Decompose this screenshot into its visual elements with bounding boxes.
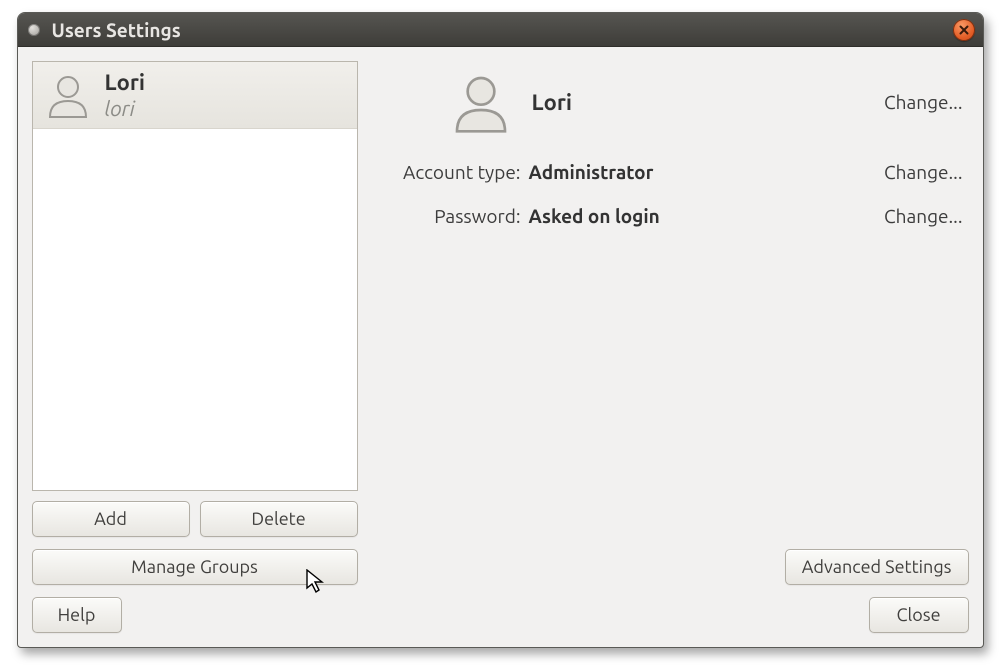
detail-name: Lori xyxy=(532,90,573,115)
password-label: Password: xyxy=(376,205,521,227)
close-row: Close xyxy=(376,597,969,633)
user-names: Lori lori xyxy=(105,70,146,119)
sidebar: Lori lori Add Delete Manage Groups Help xyxy=(32,61,358,633)
advanced-settings-row: Advanced Settings xyxy=(376,549,969,585)
user-display-name: Lori xyxy=(105,70,146,95)
account-type-row: Account type: Administrator Change... xyxy=(376,161,969,183)
password-value: Asked on login xyxy=(529,205,876,227)
window-title: Users Settings xyxy=(52,19,181,41)
user-list-item[interactable]: Lori lori xyxy=(33,62,357,129)
user-username: lori xyxy=(105,96,146,120)
change-account-type-button[interactable]: Change... xyxy=(884,161,963,183)
close-button[interactable]: Close xyxy=(869,597,969,633)
detail-header: Lori Change... xyxy=(376,61,969,137)
close-icon xyxy=(958,24,970,36)
detail-avatar xyxy=(446,67,516,137)
account-type-value: Administrator xyxy=(529,161,876,183)
user-list: Lori lori xyxy=(32,61,358,491)
user-avatar xyxy=(43,70,93,120)
user-icon xyxy=(449,70,513,134)
account-type-label: Account type: xyxy=(376,161,521,183)
add-delete-row: Add Delete xyxy=(32,501,358,537)
detail-panel: Lori Change... Account type: Administrat… xyxy=(376,61,969,633)
change-name-button[interactable]: Change... xyxy=(884,91,963,113)
password-row: Password: Asked on login Change... xyxy=(376,205,969,227)
manage-groups-button[interactable]: Manage Groups xyxy=(32,549,358,585)
content-area: Lori lori Add Delete Manage Groups Help xyxy=(18,47,983,647)
user-icon xyxy=(44,71,92,119)
delete-button[interactable]: Delete xyxy=(200,501,358,537)
close-window-button[interactable] xyxy=(953,19,975,41)
titlebar[interactable]: Users Settings xyxy=(18,13,983,47)
advanced-settings-button[interactable]: Advanced Settings xyxy=(785,549,969,585)
window-menu-icon[interactable] xyxy=(28,24,40,36)
users-settings-window: Users Settings Lori xyxy=(17,12,984,648)
change-password-button[interactable]: Change... xyxy=(884,205,963,227)
add-button[interactable]: Add xyxy=(32,501,190,537)
help-button[interactable]: Help xyxy=(32,597,122,633)
user-list-empty-area xyxy=(33,129,357,490)
detail-fields: Account type: Administrator Change... Pa… xyxy=(376,161,969,227)
